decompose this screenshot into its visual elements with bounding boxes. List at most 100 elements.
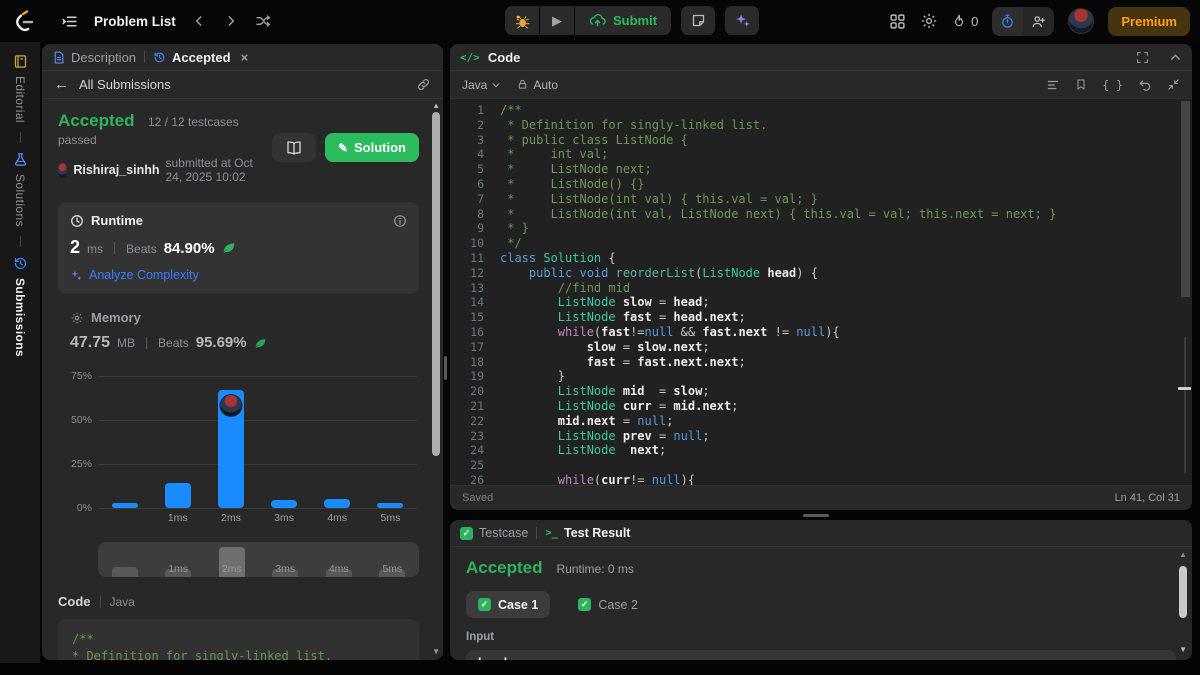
collapse-diagonal-icon[interactable] — [1167, 78, 1180, 91]
fullscreen-icon[interactable] — [1136, 51, 1149, 64]
case-1-chip[interactable]: ✓ Case 1 — [466, 591, 551, 618]
submitter-name[interactable]: Rishiraj_sinhh — [73, 163, 159, 177]
code-line: 10 */ — [470, 236, 522, 251]
editor-scroll-handle[interactable] — [1178, 387, 1191, 390]
analyze-complexity-link[interactable]: Analyze Complexity — [70, 268, 407, 282]
prev-problem-icon[interactable] — [186, 8, 212, 34]
rail-item-submissions[interactable]: Submissions — [13, 256, 28, 357]
code-line: 22 mid.next = null; — [470, 413, 674, 428]
code-panel-title[interactable]: Code — [488, 50, 521, 65]
leaf-icon — [254, 337, 267, 350]
runtime-beats-label: Beats — [126, 242, 157, 256]
code-line: 17 slow = slow.next; — [470, 339, 710, 354]
runtime-bar[interactable] — [111, 502, 138, 508]
close-tab-icon[interactable]: × — [241, 50, 249, 65]
memory-gear-icon — [70, 311, 84, 325]
leetcode-logo-icon[interactable] — [14, 10, 36, 32]
ai-assistant-button[interactable] — [725, 6, 760, 35]
run-button[interactable]: ▶ — [540, 6, 574, 35]
horizontal-resize-handle[interactable] — [803, 514, 829, 517]
code-line: 7 * ListNode(int val) { this.val = val; … — [477, 191, 818, 206]
collapse-panel-chevron-icon[interactable] — [1169, 51, 1182, 64]
layout-grid-icon[interactable] — [889, 13, 906, 30]
problem-list-icon[interactable] — [56, 8, 82, 34]
bookmark-icon[interactable] — [1075, 78, 1087, 91]
case-2-label: Case 2 — [598, 597, 638, 612]
input-field[interactable]: head — [466, 650, 1176, 660]
tab-accepted[interactable]: Accepted × — [153, 50, 248, 65]
bracket-settings-icon[interactable]: { } — [1102, 78, 1123, 92]
runtime-unit: ms — [87, 242, 104, 256]
test-panel-scrollbar[interactable] — [1179, 566, 1187, 618]
leetcode-app: Problem List ▶ Submit 0 Premium Editoria… — [0, 0, 1200, 675]
back-arrow-icon[interactable]: ← — [54, 76, 69, 93]
code-line: 3 * public class ListNode { — [477, 132, 688, 147]
checkbox-icon: ✓ — [578, 598, 592, 611]
person-add-icon — [1031, 14, 1046, 29]
language-selector[interactable]: Java — [462, 78, 501, 92]
shuffle-icon[interactable] — [250, 8, 276, 34]
code-editor[interactable]: 1/** 2 * Definition for singly-linked lis… — [450, 99, 1192, 485]
result-runtime: Runtime: 0 ms — [556, 562, 634, 576]
post-solution-button[interactable]: ✎ Solution — [324, 133, 419, 162]
runtime-bar[interactable] — [324, 499, 351, 508]
format-code-icon[interactable] — [1046, 78, 1060, 92]
sparkles-icon — [734, 12, 751, 29]
submit-button[interactable]: Submit — [575, 6, 672, 35]
runtime-bar[interactable] — [377, 502, 404, 508]
memory-unit: MB — [117, 336, 136, 350]
share-link-icon[interactable] — [416, 77, 431, 92]
next-problem-icon[interactable] — [218, 8, 244, 34]
premium-button[interactable]: Premium — [1108, 6, 1190, 36]
scroll-up-icon[interactable]: ▲ — [432, 101, 440, 110]
tab-testcase[interactable]: ✓ Testcase — [460, 526, 528, 540]
rail-item-editorial[interactable]: Editorial — [13, 54, 28, 123]
code-line: 25 — [470, 458, 484, 473]
info-icon[interactable] — [393, 214, 407, 228]
runtime-bar[interactable] — [164, 483, 191, 508]
submissions-subheader: ← All Submissions — [42, 71, 443, 99]
notes-button[interactable] — [681, 6, 716, 35]
cursor-position[interactable]: Ln 41, Col 31 — [1115, 492, 1180, 504]
all-submissions-link[interactable]: All Submissions — [79, 77, 171, 92]
scroll-up-icon[interactable]: ▲ — [1179, 550, 1187, 559]
chart-brush-minimap[interactable]: 1ms 2ms 3ms 4ms 5ms — [98, 542, 419, 577]
checkbox-icon: ✓ — [460, 526, 473, 540]
tab-description[interactable]: Description — [52, 50, 136, 65]
submitted-code-preview[interactable]: /** * Definition for singly-linked list.… — [58, 619, 419, 660]
scroll-down-icon[interactable]: ▼ — [432, 647, 440, 656]
premium-label: Premium — [1121, 13, 1177, 29]
code-line: 24 ListNode next; — [470, 443, 667, 458]
runtime-bar[interactable] — [271, 500, 298, 508]
vertical-resize-handle[interactable] — [444, 356, 447, 380]
scroll-down-icon[interactable]: ▼ — [1179, 645, 1187, 654]
debug-button[interactable] — [505, 6, 539, 35]
runtime-distribution-chart[interactable]: 0% 25% 50% 75% 1ms 2ms 3ms 4ms 5ms — [58, 370, 419, 530]
code-section-label: Code — [58, 594, 91, 609]
problem-list-label[interactable]: Problem List — [94, 14, 176, 29]
code-line: 19 } — [470, 369, 566, 384]
testcase-label: Testcase — [479, 526, 529, 540]
autocomplete-toggle[interactable]: Auto — [517, 78, 558, 92]
user-marker-avatar — [219, 393, 243, 417]
streak-counter[interactable]: 0 — [952, 13, 978, 29]
runtime-beats-value: 84.90% — [163, 240, 215, 257]
rail-item-solutions[interactable]: Solutions — [13, 152, 28, 227]
tab-test-result[interactable]: >_ Test Result — [545, 526, 630, 540]
undo-icon[interactable] — [1138, 78, 1152, 92]
user-avatar[interactable] — [1068, 8, 1095, 34]
left-panel-scrollbar[interactable] — [432, 112, 440, 456]
solution-label: Solution — [354, 140, 406, 155]
memory-block[interactable]: Memory 47.75 MB Beats 95.69% — [58, 310, 419, 352]
top-bar: Problem List ▶ Submit 0 Premium — [0, 0, 1200, 42]
streak-count: 0 — [971, 13, 979, 29]
editor-scrollbar[interactable] — [1181, 101, 1190, 297]
timer-button[interactable] — [992, 6, 1024, 36]
case-2-chip[interactable]: ✓ Case 2 — [566, 591, 650, 618]
settings-gear-icon[interactable] — [920, 12, 938, 30]
runtime-card[interactable]: Runtime 2 ms Beats 84.90% Analyze Comple… — [58, 202, 419, 294]
flame-icon — [952, 13, 966, 29]
invite-button[interactable] — [1023, 7, 1054, 36]
editorial-book-button[interactable] — [271, 133, 316, 162]
runtime-value: 2 — [70, 237, 81, 257]
